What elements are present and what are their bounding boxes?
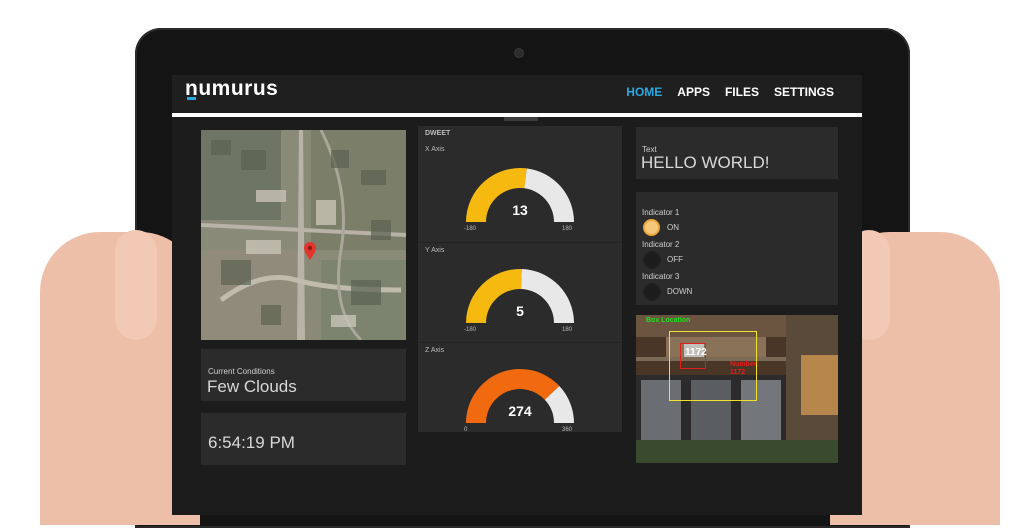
indicator-1-light	[643, 219, 660, 236]
gauge-arc	[466, 167, 574, 222]
dweet-title: DWEET	[425, 130, 451, 137]
gauge-max-label: 180	[562, 327, 573, 333]
weather-label: Current Conditions	[208, 367, 275, 376]
indicator-1-label: Indicator 1	[642, 208, 680, 217]
indicators-card: Indicator 1 ON Indicator 2 OFF Indicator…	[636, 192, 838, 305]
gauge-block: Y Axis 5 -180 180	[418, 242, 622, 343]
main-nav: HOME APPS FILES SETTINGS	[626, 85, 834, 99]
app-screen: numurus HOME APPS FILES SETTINGS Current…	[172, 75, 862, 515]
clock-value: 6:54:19 PM	[208, 433, 295, 452]
gauge-block: X Axis 13 -180 180	[418, 142, 622, 242]
nav-settings[interactable]: SETTINGS	[774, 85, 834, 99]
weather-card: Current Conditions Few Clouds	[201, 349, 406, 401]
left-thumb	[115, 230, 157, 340]
gauge-min-label: -180	[464, 327, 477, 333]
gauge-value: 274	[508, 403, 532, 419]
nav-apps[interactable]: APPS	[677, 85, 710, 99]
gauge-max-label: 180	[562, 226, 573, 232]
camera-icon	[514, 48, 524, 58]
gauge-min-label: 0	[464, 427, 468, 433]
text-widget-value: HELLO WORLD!	[641, 153, 770, 172]
app-logo[interactable]: numurus	[185, 77, 278, 101]
nav-files[interactable]: FILES	[725, 85, 759, 99]
satellite-map[interactable]	[201, 130, 406, 340]
number-value: 1172	[730, 369, 746, 376]
text-widget-card: Text HELLO WORLD!	[636, 127, 838, 179]
map-imagery	[201, 130, 406, 340]
gauge-max-label: 360	[562, 427, 573, 433]
box-location-label: Box Location	[646, 317, 691, 324]
gauge-block: Z Axis 274 0 360	[418, 342, 622, 443]
gauge-value: 5	[516, 303, 524, 319]
sign-text: 1172	[685, 347, 707, 358]
indicator-2-light	[643, 251, 661, 269]
gauge-arc	[466, 269, 574, 323]
top-navbar: numurus HOME APPS FILES SETTINGS	[172, 75, 862, 117]
gauge-arc	[466, 369, 574, 423]
indicator-2-label: Indicator 2	[642, 240, 680, 249]
indicator-2-state: OFF	[667, 255, 683, 264]
indicator-1-state: ON	[667, 223, 679, 232]
detection-camera-feed[interactable]: Box Location 1172 Number: 1172	[636, 315, 838, 463]
gauge-min-label: -180	[464, 226, 477, 232]
weather-value: Few Clouds	[207, 377, 297, 396]
dweet-card: DWEET X Axis 13 -180 180 Y Axis 5 -180 180 Z Axi…	[418, 126, 622, 433]
indicator-3-state: DOWN	[667, 287, 693, 296]
nav-home[interactable]: HOME	[626, 85, 662, 99]
logo-accent-bar	[187, 97, 196, 100]
pull-tab-handle[interactable]	[504, 117, 538, 121]
gauge-value: 13	[512, 202, 528, 218]
clock-card: 6:54:19 PM	[201, 413, 406, 465]
indicator-3-light	[643, 283, 661, 301]
indicator-3-label: Indicator 3	[642, 272, 680, 281]
number-label: Number:	[730, 361, 759, 368]
map-pin-icon[interactable]	[304, 242, 316, 260]
